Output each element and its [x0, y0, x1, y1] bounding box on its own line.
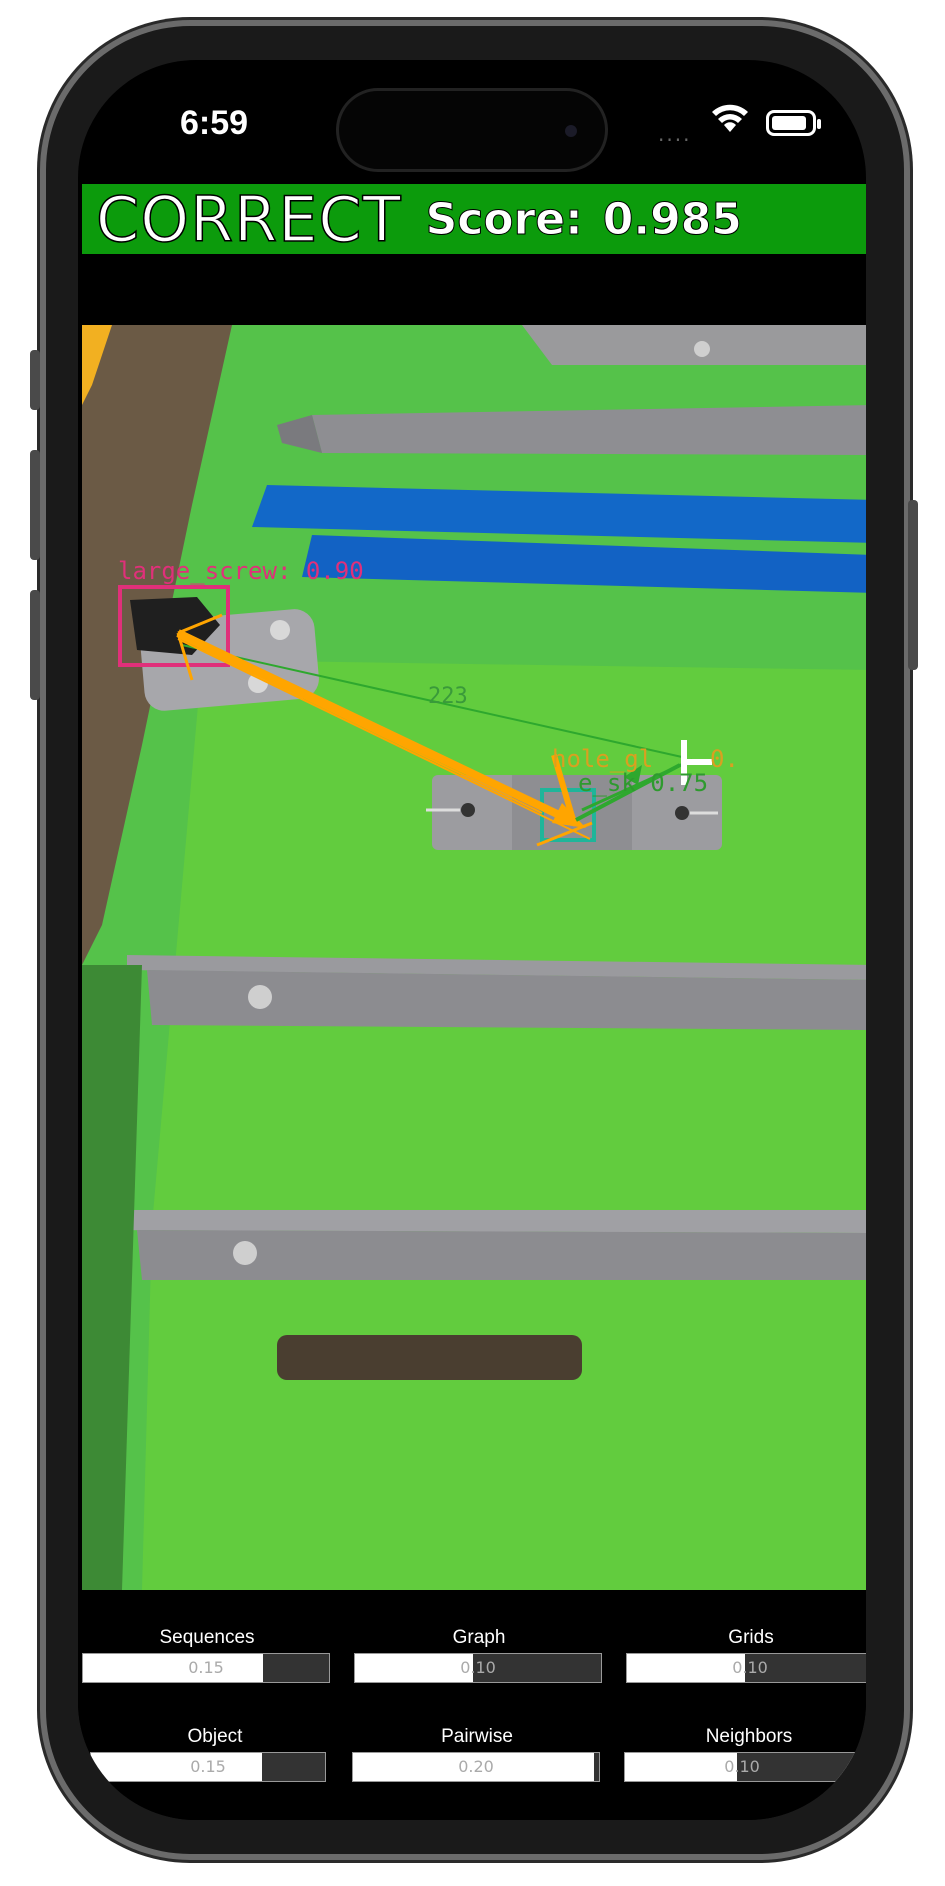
action-button: [30, 350, 40, 410]
front-camera-icon: [565, 125, 577, 137]
metrics-panel: Sequences 0.15 Graph 0.10 Grids 0.10 Obj…: [78, 1590, 866, 1820]
metric-object: Object 0.15: [90, 1726, 340, 1782]
metric-bar: 0.20: [352, 1752, 600, 1782]
second-detection-label: e_sk 0.75: [578, 769, 708, 797]
power-button: [908, 500, 918, 670]
phone-screen: 6:59 ···· CORRECT Score: 0.985 large_scr…: [78, 60, 866, 1820]
metric-neighbors: Neighbors 0.10: [624, 1726, 866, 1782]
result-banner: CORRECT Score: 0.985: [82, 182, 866, 257]
result-status: CORRECT: [95, 182, 402, 257]
volume-down-button: [30, 590, 40, 700]
metric-value: 0.10: [460, 1658, 496, 1677]
metric-label: Sequences: [159, 1627, 255, 1648]
metric-bar: 0.10: [624, 1752, 860, 1782]
metric-label: Object: [187, 1726, 243, 1747]
metric-label: Pairwise: [441, 1726, 513, 1747]
large-screw-label: large_screw: 0.90: [118, 557, 364, 585]
metric-bar: 0.10: [354, 1653, 602, 1683]
metric-label: Graph: [452, 1627, 506, 1648]
volume-up-button: [30, 450, 40, 560]
metric-bar: 0.15: [90, 1752, 326, 1782]
dynamic-island: [336, 88, 608, 172]
metric-bar: 0.15: [82, 1653, 330, 1683]
metric-value: 0.15: [190, 1757, 226, 1776]
camera-frame-image: large_screw: 0.90 223 hole_gl 0. e_sk 0.…: [82, 325, 866, 1590]
metric-pairwise: Pairwise 0.20: [352, 1726, 602, 1782]
distance-label: 223: [428, 684, 468, 709]
metric-value: 0.10: [724, 1757, 760, 1776]
status-bar: 6:59 ····: [78, 60, 866, 200]
score-label: Score:: [425, 193, 583, 245]
metric-graph: Graph 0.10: [354, 1627, 604, 1683]
camera-view[interactable]: large_screw: 0.90 223 hole_gl 0. e_sk 0.…: [82, 325, 866, 1590]
hole-label-suffix: 0.: [710, 745, 739, 773]
metric-grids: Grids 0.10: [626, 1627, 866, 1683]
metric-label: Grids: [728, 1627, 774, 1648]
score-value: 0.985: [602, 193, 742, 245]
metric-bar: 0.10: [626, 1653, 866, 1683]
wifi-icon: [712, 104, 748, 132]
battery-icon: [766, 110, 821, 136]
cellular-signal-icon: ····: [658, 128, 692, 152]
metric-value: 0.20: [458, 1757, 494, 1776]
metric-value: 0.10: [732, 1658, 768, 1677]
metric-label: Neighbors: [705, 1726, 793, 1747]
metric-value: 0.15: [188, 1658, 224, 1677]
metric-sequences: Sequences 0.15: [82, 1627, 332, 1683]
status-time: 6:59: [180, 104, 249, 142]
